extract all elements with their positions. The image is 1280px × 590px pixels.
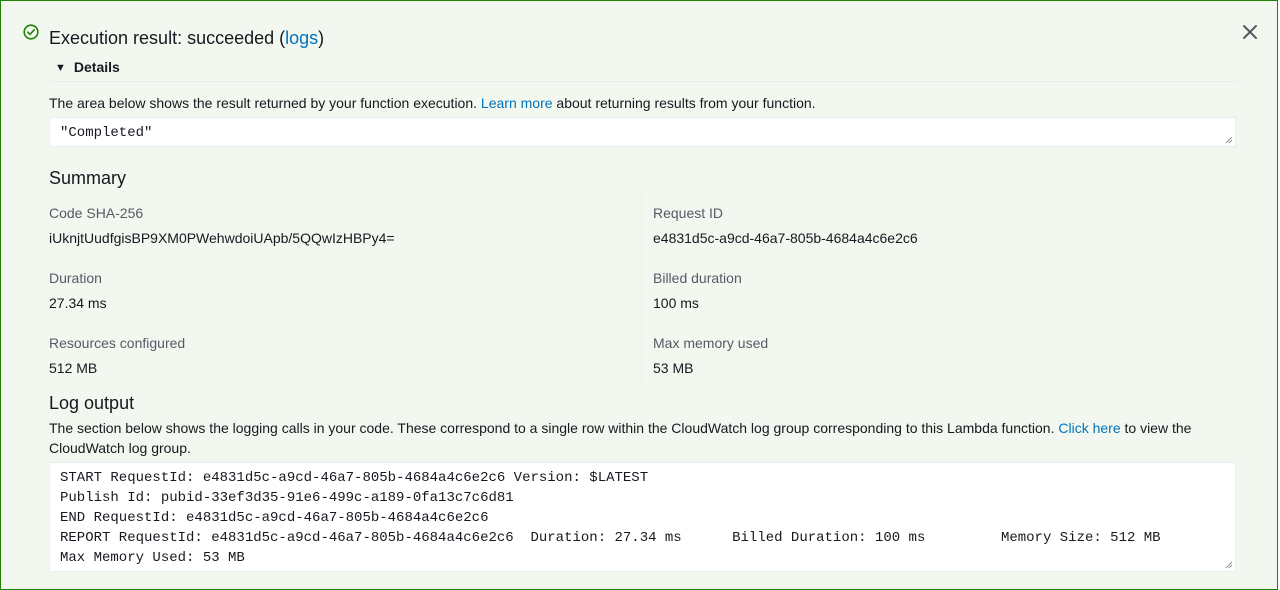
summary-heading: Summary bbox=[49, 168, 127, 188]
result-output-textarea[interactable]: "Completed" bbox=[49, 117, 1236, 147]
resources-configured-label: Resources configured bbox=[49, 335, 186, 351]
check-circle-icon bbox=[23, 24, 39, 40]
result-description-suffix: about returning results from your functi… bbox=[552, 95, 816, 111]
code-sha-value: iUknjtUudfgisBP9XM0PWehwdoiUApb/5QQwIzHB… bbox=[49, 230, 395, 246]
result-description: The area below shows the result returned… bbox=[49, 94, 816, 112]
click-here-link[interactable]: Click here bbox=[1058, 420, 1120, 436]
request-id-label: Request ID bbox=[653, 205, 724, 221]
billed-duration-value: 100 ms bbox=[653, 295, 699, 311]
execution-result-title: Execution result: succeeded (logs) bbox=[49, 26, 324, 50]
log-output-textarea[interactable]: START RequestId: e4831d5c-a9cd-46a7-805b… bbox=[49, 462, 1236, 572]
resize-grip-icon[interactable] bbox=[1225, 136, 1233, 144]
learn-more-link[interactable]: Learn more bbox=[481, 95, 553, 111]
caret-down-icon: ▼ bbox=[55, 62, 66, 74]
details-divider bbox=[49, 81, 1237, 82]
max-memory-label: Max memory used bbox=[653, 335, 769, 351]
result-description-text: The area below shows the result returned… bbox=[49, 95, 481, 111]
title-suffix: ) bbox=[318, 28, 325, 48]
log-description-text: The section below shows the logging call… bbox=[49, 420, 1059, 436]
code-sha-label: Code SHA-256 bbox=[49, 205, 144, 221]
execution-result-panel: Execution result: succeeded (logs) ▼ Deta… bbox=[0, 0, 1278, 590]
request-id-value: e4831d5c-a9cd-46a7-805b-4684a4c6e2c6 bbox=[653, 230, 918, 246]
details-toggle[interactable]: ▼ Details bbox=[55, 59, 120, 76]
log-output-description: The section below shows the logging call… bbox=[49, 418, 1237, 458]
details-label: Details bbox=[73, 59, 120, 75]
resize-grip-icon[interactable] bbox=[1225, 561, 1233, 569]
duration-label: Duration bbox=[49, 270, 102, 286]
summary-column-divider bbox=[641, 193, 642, 387]
result-value: "Completed" bbox=[60, 125, 153, 141]
log-output-text: START RequestId: e4831d5c-a9cd-46a7-805b… bbox=[60, 470, 1161, 566]
log-output-heading: Log output bbox=[49, 393, 135, 413]
close-icon[interactable] bbox=[1241, 23, 1259, 41]
billed-duration-label: Billed duration bbox=[653, 270, 742, 286]
max-memory-value: 53 MB bbox=[653, 360, 694, 376]
logs-link[interactable]: logs bbox=[285, 28, 318, 48]
resources-configured-value: 512 MB bbox=[49, 360, 98, 376]
title-prefix: Execution result: succeeded ( bbox=[49, 28, 286, 48]
duration-value: 27.34 ms bbox=[49, 295, 107, 311]
